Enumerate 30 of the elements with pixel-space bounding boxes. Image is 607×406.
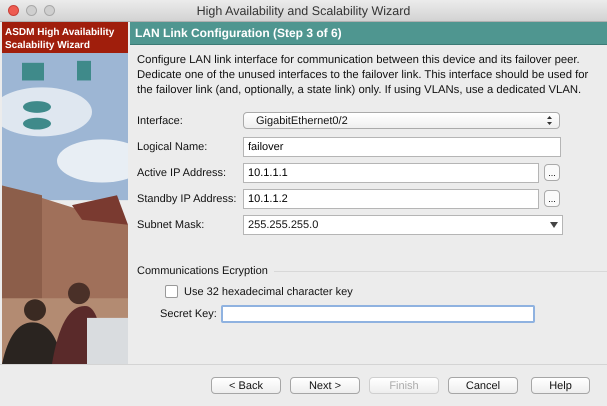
- minimize-icon[interactable]: [26, 5, 37, 16]
- sidebar-title: ASDM High Availability Scalability Wizard: [2, 22, 128, 53]
- secret-key-field[interactable]: [220, 305, 535, 323]
- wizard-button[interactable]: Next >: [290, 377, 360, 394]
- description: Configure LAN link interface for communication between this device and its failover peer. Dedicate one of the unused interfaces to the failover link. This interface should be used for the failover link (and, optionally, a state link) only. If using VLANs, use a dedicated VLAN.: [137, 53, 590, 98]
- input-field[interactable]: 10.1.1.2: [243, 188, 539, 208]
- interface-dropdown[interactable]: GigabitEthernet0/2: [243, 112, 560, 129]
- input-field[interactable]: failover: [243, 136, 561, 156]
- wizard-button[interactable]: Cancel: [448, 377, 518, 394]
- wizard-button[interactable]: Help: [531, 377, 590, 394]
- page-title: LAN Link Configuration (Step 3 of 6): [130, 22, 607, 45]
- checkbox-label: Use 32 hexadecimal character key: [184, 286, 353, 298]
- checkbox[interactable]: [165, 285, 178, 298]
- window-title: High Availability and Scalability Wizard: [196, 4, 410, 18]
- field-label: Interface:: [137, 114, 184, 126]
- field-label: Standby IP Address:: [137, 192, 238, 204]
- field-label: Active IP Address:: [137, 166, 228, 178]
- input-field[interactable]: 10.1.1.1: [243, 162, 539, 182]
- updown-icon: [546, 115, 553, 126]
- dropdown-icon: [550, 222, 558, 228]
- browse-button[interactable]: ...: [544, 164, 560, 181]
- browse-button[interactable]: ...: [544, 190, 560, 207]
- wizard-button[interactable]: < Back: [211, 377, 281, 394]
- field-label: Logical Name:: [137, 140, 208, 152]
- field-label: Subnet Mask:: [137, 218, 206, 230]
- zoom-icon[interactable]: [44, 5, 55, 16]
- close-icon[interactable]: [8, 5, 19, 16]
- subnet-combo-box[interactable]: 255.255.255.0: [243, 214, 563, 234]
- field-label: Secret Key:: [160, 308, 217, 320]
- section-title: Communications Ecryption: [137, 265, 268, 277]
